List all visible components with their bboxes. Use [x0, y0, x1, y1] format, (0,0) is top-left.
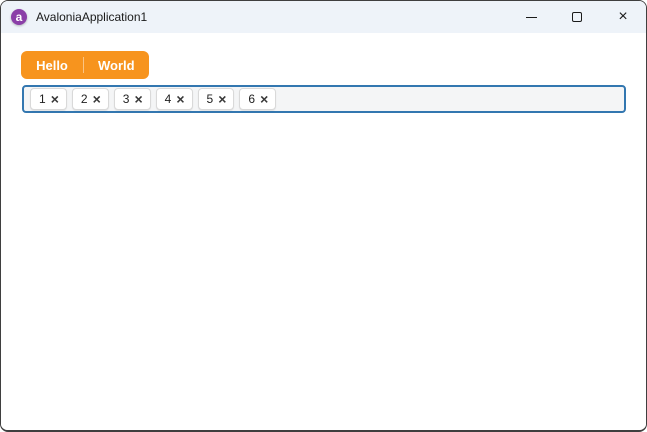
- minimize-icon: [525, 16, 537, 18]
- app-logo-icon[interactable]: a: [11, 9, 27, 25]
- caption-buttons: ×: [508, 1, 646, 33]
- tag-chip: 4 ×: [155, 88, 193, 110]
- remove-tag-button[interactable]: ×: [218, 92, 226, 106]
- tag-chip: 2 ×: [71, 88, 109, 110]
- tag-chip-value: 2: [80, 92, 88, 106]
- tabstrip: Hello World: [21, 51, 149, 79]
- close-icon: ×: [260, 91, 269, 107]
- minimize-button[interactable]: [508, 1, 554, 33]
- app-logo-letter: a: [15, 10, 23, 24]
- close-icon: ×: [134, 91, 143, 107]
- window-content: Hello World 1 × 2 × 3 × 4 × 5 × 6 ×: [1, 33, 646, 430]
- tag-chip-value: 5: [206, 92, 214, 106]
- tag-chip-value: 1: [39, 92, 46, 106]
- remove-tag-button[interactable]: ×: [176, 92, 184, 106]
- close-button[interactable]: ×: [600, 1, 646, 33]
- tag-chip-value: 3: [122, 92, 130, 106]
- app-window: a AvaloniaApplication1 × Hello World 1 ×: [0, 0, 647, 432]
- close-icon: ×: [92, 91, 101, 107]
- window-title: AvaloniaApplication1: [36, 10, 148, 24]
- tag-chip: 6 ×: [239, 88, 277, 110]
- tag-input-box[interactable]: 1 × 2 × 3 × 4 × 5 × 6 ×: [22, 85, 626, 113]
- close-icon: ×: [50, 91, 59, 107]
- remove-tag-button[interactable]: ×: [51, 92, 59, 106]
- remove-tag-button[interactable]: ×: [93, 92, 101, 106]
- tag-chip: 3 ×: [113, 88, 151, 110]
- maximize-button[interactable]: [554, 1, 600, 33]
- close-icon: ×: [218, 91, 227, 107]
- close-icon: ×: [618, 8, 628, 25]
- maximize-icon: [572, 12, 582, 22]
- tag-chip-value: 6: [248, 92, 256, 106]
- close-icon: ×: [176, 91, 185, 107]
- tag-chip-value: 4: [164, 92, 172, 106]
- tab-world[interactable]: World: [84, 51, 149, 79]
- titlebar: a AvaloniaApplication1 ×: [1, 1, 646, 33]
- remove-tag-button[interactable]: ×: [134, 92, 142, 106]
- remove-tag-button[interactable]: ×: [260, 92, 268, 106]
- tag-chip: 1 ×: [30, 88, 67, 110]
- tag-chip: 5 ×: [197, 88, 235, 110]
- tab-hello[interactable]: Hello: [21, 51, 83, 79]
